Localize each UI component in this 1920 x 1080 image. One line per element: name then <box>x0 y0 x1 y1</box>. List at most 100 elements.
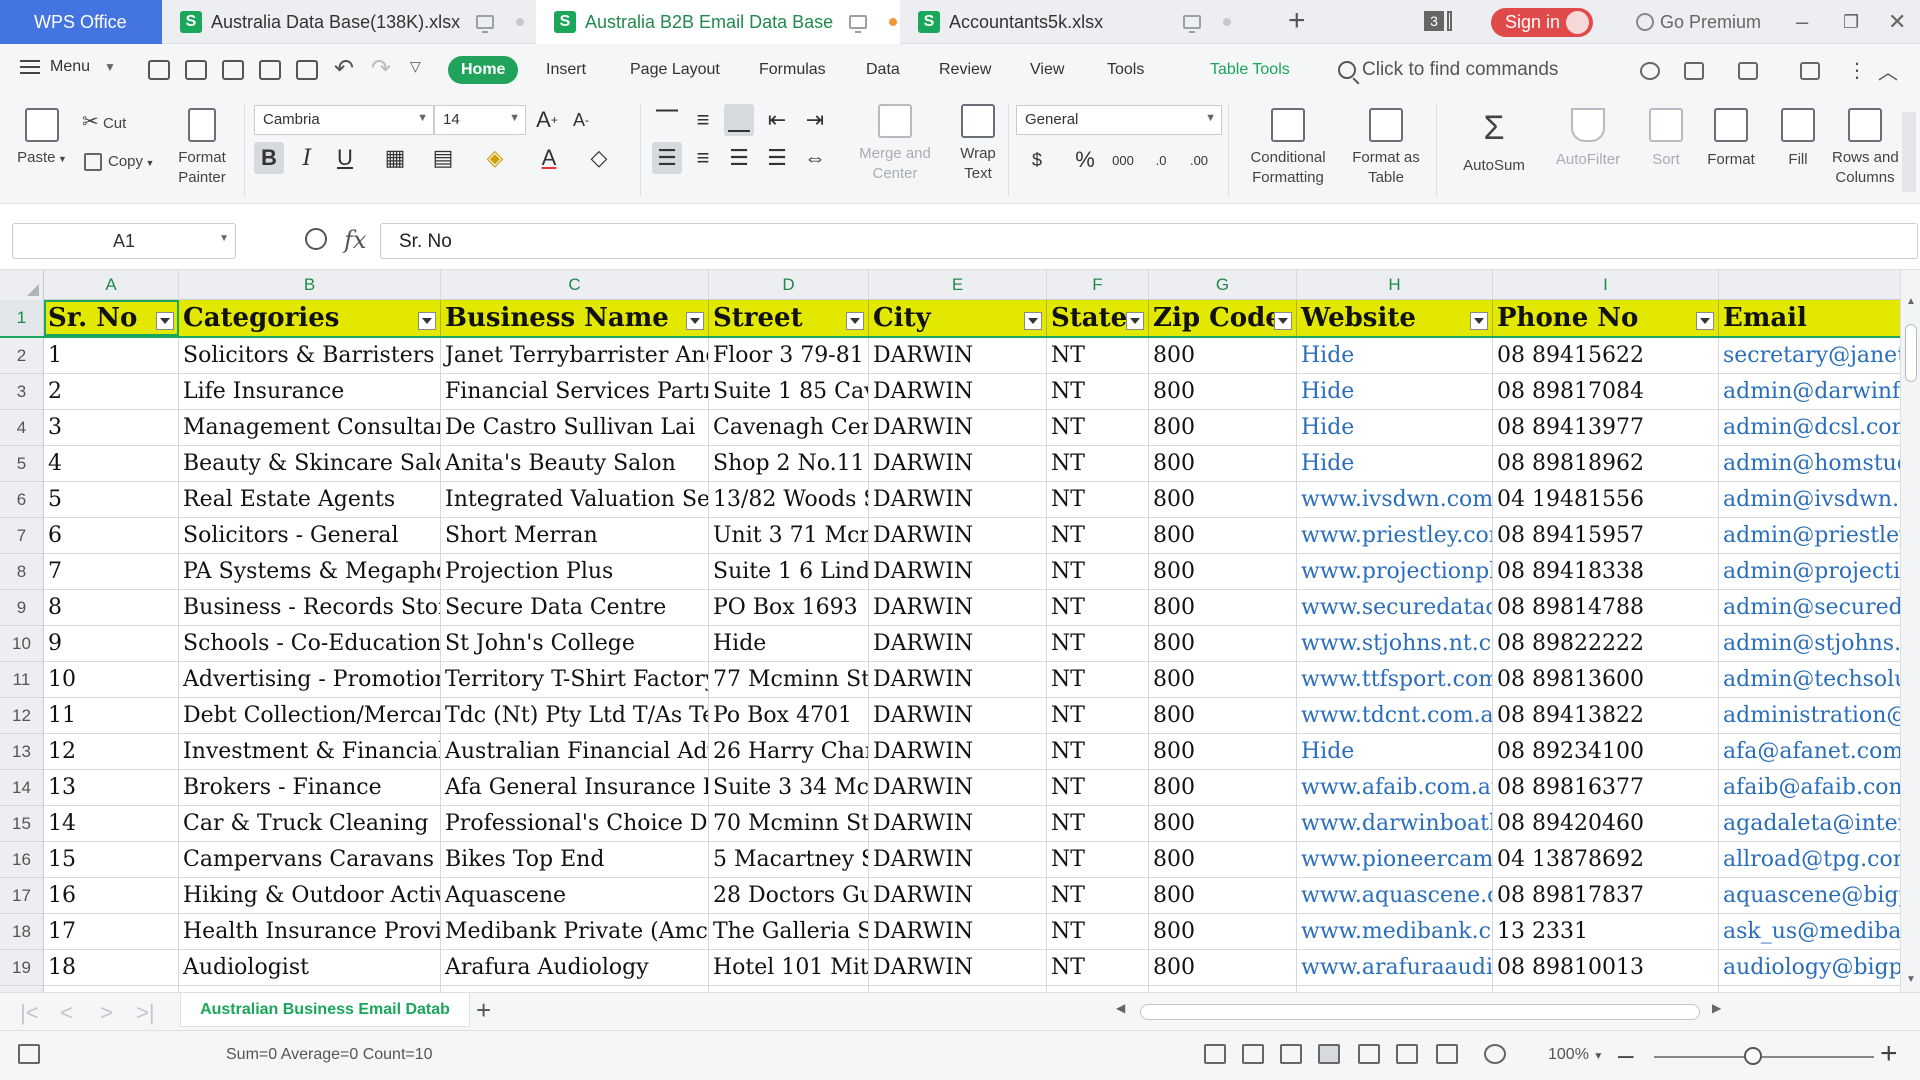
row-number[interactable]: 15 <box>0 806 44 841</box>
thousands-icon[interactable]: 000 <box>1108 144 1138 176</box>
zoom-slider-track[interactable] <box>1654 1056 1874 1058</box>
cell-phone-no[interactable]: 08 89413822 <box>1493 698 1719 733</box>
cell-business-name[interactable]: Aquascene <box>441 878 709 913</box>
italic-button[interactable]: I <box>292 142 322 174</box>
cell-zip-code[interactable]: 800 <box>1149 914 1297 949</box>
cell-email[interactable]: admin@projectio <box>1719 554 1900 589</box>
cell-website[interactable]: www.stjohns.nt.ca <box>1297 626 1493 661</box>
cell-street[interactable]: 28 Doctors Gul <box>709 878 869 913</box>
cell-state[interactable]: NT <box>1047 806 1149 841</box>
autofilter-button[interactable]: AutoFilter <box>1544 108 1632 170</box>
merge-center-button[interactable]: Merge and Center <box>850 104 940 184</box>
cell-city[interactable]: DARWIN <box>869 410 1047 445</box>
zoom-slider-handle[interactable] <box>1744 1047 1762 1065</box>
share-icon[interactable] <box>1684 62 1704 80</box>
comment-icon[interactable] <box>1800 62 1820 80</box>
horizontal-scrollbar[interactable] <box>1140 1004 1700 1020</box>
cell-state[interactable]: NT <box>1047 950 1149 985</box>
cell-categories[interactable]: Solicitors & Barristers <box>179 338 441 373</box>
wrap-text-button[interactable]: Wrap Text <box>948 104 1008 184</box>
cell-street[interactable]: 70 Mcminn St <box>709 806 869 841</box>
column-header-f[interactable]: F <box>1047 270 1149 300</box>
cell-website[interactable]: www.medibank.co <box>1297 914 1493 949</box>
cell-city[interactable]: DARWIN <box>869 590 1047 625</box>
cell-street[interactable]: Suite 1 6 Linds <box>709 554 869 589</box>
zoom-lookup-icon[interactable] <box>305 228 327 250</box>
header-cell-street[interactable]: Street <box>709 300 869 336</box>
cell-categories[interactable]: Debt Collection/Mercant <box>179 698 441 733</box>
sync-icon[interactable] <box>1738 62 1758 80</box>
scroll-up-icon[interactable]: ▲ <box>1906 296 1916 307</box>
format-painter-button[interactable]: Format Painter <box>170 108 234 188</box>
cell-sr-no[interactable]: 10 <box>44 662 179 697</box>
cell-phone-no[interactable]: 08 89822222 <box>1493 626 1719 661</box>
filter-dropdown-icon[interactable] <box>1126 312 1144 330</box>
cell-city[interactable]: DARWIN <box>869 950 1047 985</box>
reading-mode-icon[interactable] <box>1436 1044 1458 1064</box>
filter-dropdown-icon[interactable] <box>1470 312 1488 330</box>
cell-website[interactable]: www.ttfsport.com. <box>1297 662 1493 697</box>
cell-zip-code[interactable]: 800 <box>1149 338 1297 373</box>
align-center-icon[interactable]: ≡ <box>688 142 718 174</box>
new-tab-button[interactable]: + <box>1288 6 1306 36</box>
close-button[interactable]: ✕ <box>1888 9 1906 35</box>
row-number[interactable]: 9 <box>0 590 44 625</box>
fill-button[interactable]: Fill <box>1776 108 1820 170</box>
filter-dropdown-icon[interactable] <box>1274 312 1292 330</box>
cell-website[interactable]: www.priestley.cor <box>1297 518 1493 553</box>
cell-sr-no[interactable]: 14 <box>44 806 179 841</box>
cell-street[interactable]: The Galleria Sn <box>709 914 869 949</box>
row-number[interactable]: 8 <box>0 554 44 589</box>
row-number[interactable]: 11 <box>0 662 44 697</box>
scroll-down-icon[interactable]: ▼ <box>1906 974 1916 985</box>
document-tab-accountants[interactable]: S Accountants5k.xlsx <box>900 0 1260 44</box>
cell-zip-code[interactable]: 800 <box>1149 734 1297 769</box>
tab-data[interactable]: Data <box>866 61 900 79</box>
redo-icon[interactable]: ↷ <box>371 54 391 83</box>
page-layout-view-icon[interactable] <box>1396 1044 1418 1064</box>
cell-categories[interactable]: Business - Records Stora <box>179 590 441 625</box>
cell-sr-no[interactable]: 6 <box>44 518 179 553</box>
freeze-icon[interactable] <box>1242 1044 1264 1064</box>
cell-street[interactable]: PO Box 1693 <box>709 590 869 625</box>
column-header-i[interactable]: I <box>1493 270 1719 300</box>
borders-icon[interactable]: ▦ <box>380 142 410 174</box>
align-bottom-icon[interactable]: ⎽ <box>724 104 754 136</box>
tab-formulas[interactable]: Formulas <box>759 61 826 79</box>
cell-city[interactable]: DARWIN <box>869 662 1047 697</box>
cell-street[interactable]: Floor 3 79-81 S <box>709 338 869 373</box>
cell-zip-code[interactable]: 800 <box>1149 698 1297 733</box>
row-number[interactable]: 6 <box>0 482 44 517</box>
cell-business-name[interactable]: Bikes Top End <box>441 842 709 877</box>
decrease-indent-icon[interactable]: ⇤ <box>762 104 792 136</box>
decrease-decimal-icon[interactable]: .00 <box>1184 144 1214 176</box>
cell-sr-no[interactable]: 1 <box>44 338 179 373</box>
decrease-font-icon[interactable]: A- <box>566 104 596 136</box>
tab-table-tools[interactable]: Table Tools <box>1210 61 1290 79</box>
cell-city[interactable]: DARWIN <box>869 878 1047 913</box>
cell-state[interactable]: NT <box>1047 770 1149 805</box>
cell-phone-no[interactable]: 08 89813600 <box>1493 662 1719 697</box>
cell-sr-no[interactable]: 15 <box>44 842 179 877</box>
cell-state[interactable]: NT <box>1047 878 1149 913</box>
cell-website[interactable]: www.darwinboath <box>1297 806 1493 841</box>
window-count-badge[interactable]: 3 <box>1424 11 1444 31</box>
cell-state[interactable]: NT <box>1047 842 1149 877</box>
cell-state[interactable]: NT <box>1047 590 1149 625</box>
cell-business-name[interactable]: Territory T-Shirt Factory <box>441 662 709 697</box>
bold-button[interactable]: B <box>254 142 284 174</box>
cell-categories[interactable]: Brokers - Finance <box>179 770 441 805</box>
cell-business-name[interactable]: St John's College <box>441 626 709 661</box>
row-number[interactable]: 10 <box>0 626 44 661</box>
cell-email[interactable]: admin@ivsdwn.c <box>1719 482 1900 517</box>
filter-dropdown-icon[interactable] <box>686 312 704 330</box>
cell-state[interactable]: NT <box>1047 410 1149 445</box>
align-left-icon[interactable]: ☰ <box>652 142 682 174</box>
cell-website[interactable]: www.projectionpl <box>1297 554 1493 589</box>
cell-street[interactable]: 77 Mcminn St <box>709 662 869 697</box>
cell-zip-code[interactable]: 800 <box>1149 374 1297 409</box>
cell-phone-no[interactable]: 13 2331 <box>1493 914 1719 949</box>
cell-state[interactable]: NT <box>1047 482 1149 517</box>
scroll-left-icon[interactable]: ◀ <box>1116 1001 1125 1015</box>
monitor-icon[interactable] <box>1183 15 1202 33</box>
